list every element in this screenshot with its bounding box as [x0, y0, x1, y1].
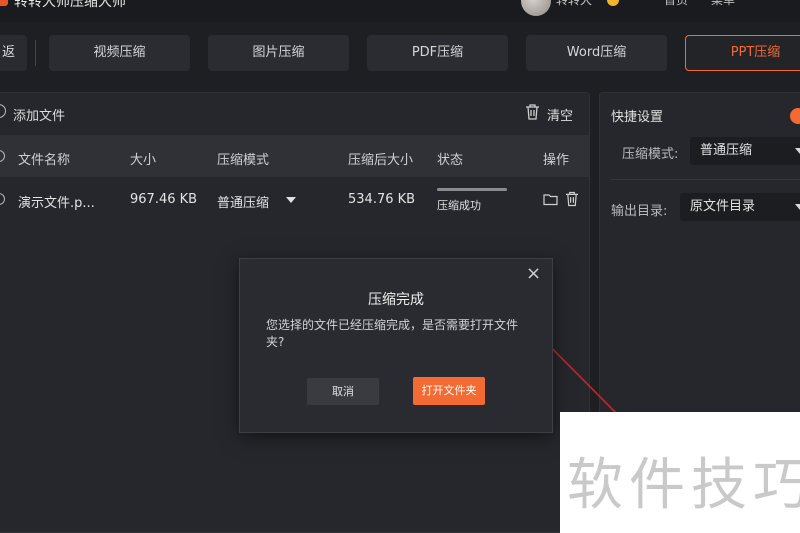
- clear-button[interactable]: 清空: [525, 104, 573, 124]
- chevron-down-icon[interactable]: [286, 197, 296, 203]
- tab-divider: [35, 40, 36, 66]
- app-title: 转转大师压缩大师: [14, 0, 126, 10]
- col-size: 大小: [130, 153, 157, 168]
- tab-pdf-compress[interactable]: PDF压缩: [367, 35, 508, 71]
- watermark-text: 软件技巧: [567, 453, 800, 518]
- col-mode: 压缩模式: [217, 153, 270, 168]
- row-progress-bar: [437, 188, 507, 191]
- chevron-down-icon[interactable]: [795, 148, 800, 154]
- clear-label: 清空: [547, 109, 574, 124]
- chevron-down-icon[interactable]: [795, 204, 800, 210]
- tab-video-compress[interactable]: 视频压缩: [49, 35, 190, 71]
- close-icon[interactable]: ×: [526, 265, 541, 283]
- settings-output-select[interactable]: 原文件目录: [680, 193, 800, 221]
- settings-divider: [611, 179, 800, 180]
- tab-image-compress[interactable]: 图片压缩: [208, 35, 349, 71]
- dialog-title: 压缩完成: [368, 292, 424, 308]
- col-compressed-size: 压缩后大小: [348, 153, 414, 168]
- delete-row-icon[interactable]: [565, 191, 579, 211]
- settings-toggle[interactable]: [790, 108, 800, 124]
- add-file-label: 添加文件: [13, 109, 66, 124]
- trash-icon: [525, 104, 540, 120]
- row-file-name: 演示文件.p...: [18, 196, 95, 211]
- top-link-home[interactable]: 首页: [664, 0, 688, 8]
- cancel-button[interactable]: 取消: [307, 378, 379, 405]
- app-logo-icon: [0, 0, 8, 6]
- tab-word-compress[interactable]: Word压缩: [526, 35, 667, 71]
- col-status: 状态: [437, 153, 464, 168]
- settings-mode-select[interactable]: 普通压缩: [690, 137, 800, 165]
- open-folder-button[interactable]: 打开文件夹: [413, 377, 485, 405]
- row-size: 967.46 KB: [130, 192, 198, 207]
- tab-ppt-compress[interactable]: PPT压缩: [685, 35, 800, 71]
- row-status: 压缩成功: [437, 199, 481, 212]
- settings-title: 快捷设置: [611, 110, 664, 125]
- row-mode-select[interactable]: 普通压缩: [217, 192, 269, 211]
- progress-fill: [437, 188, 507, 191]
- table-header: [0, 135, 590, 177]
- top-link-menu[interactable]: 菜单: [711, 0, 735, 8]
- settings-output-label: 输出目录:: [611, 204, 668, 219]
- back-button[interactable]: 返回: [0, 35, 27, 71]
- col-file-name: 文件名称: [18, 153, 71, 168]
- row-compressed-size: 534.76 KB: [348, 192, 416, 207]
- dialog-message: 您选择的文件已经压缩完成，是否需要打开文件夹?: [266, 318, 519, 349]
- compress-complete-dialog: × 压缩完成 您选择的文件已经压缩完成，是否需要打开文件夹? 取消 打开文件夹: [239, 258, 553, 433]
- col-actions: 操作: [543, 153, 570, 168]
- open-folder-icon[interactable]: [543, 192, 558, 210]
- settings-mode-label: 压缩模式:: [622, 147, 679, 162]
- user-name[interactable]: 转转大: [556, 0, 592, 8]
